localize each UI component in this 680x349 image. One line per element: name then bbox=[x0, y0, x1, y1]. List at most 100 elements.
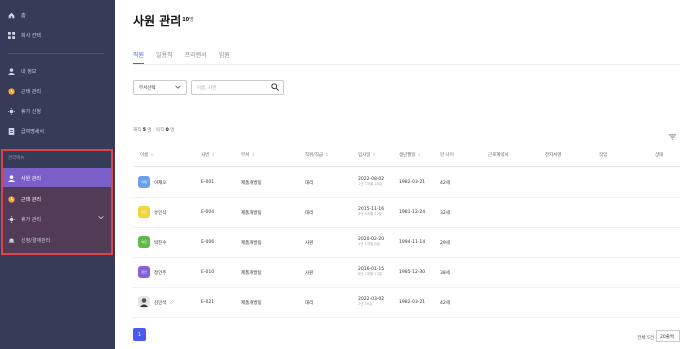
home-icon bbox=[8, 12, 15, 19]
birth-date: 1982-03-21 bbox=[399, 180, 426, 185]
sidebar-item-employee-management[interactable]: 사원 관리 bbox=[8, 171, 41, 185]
pagination-page-1[interactable]: 1 bbox=[133, 328, 146, 341]
table-row[interactable]: 박진 박진수 E-006 제품개발팀 사원 2020-02-20 4년 1개월 8… bbox=[133, 228, 680, 258]
sidebar-item-my-info[interactable]: 내 정보 bbox=[8, 64, 36, 78]
join-tenure: 2년 26일 bbox=[358, 302, 373, 306]
employee-rank: 대리 bbox=[305, 301, 314, 306]
admin-menu-label: 관리메뉴 bbox=[8, 156, 25, 161]
sidebar-item-label: 근태 관리 bbox=[21, 88, 41, 95]
search-input[interactable]: 이름, 사번 bbox=[191, 80, 284, 95]
tab-executive[interactable]: 임원 bbox=[219, 50, 230, 64]
join-tenure: 8년 4개월 12일 bbox=[358, 212, 383, 216]
edit-icon[interactable] bbox=[170, 299, 175, 306]
employee-department: 제품개발팀 bbox=[241, 211, 262, 216]
sidebar-item-approval-management[interactable]: 신청/결재관리 bbox=[8, 233, 50, 247]
birth-date: 1981-12-24 bbox=[399, 210, 426, 215]
join-date: 2020-02-20 4년 1개월 8일 bbox=[358, 237, 384, 247]
sidebar-item-attendance-management[interactable]: 근태 관리 bbox=[8, 192, 41, 206]
sun-icon bbox=[8, 215, 15, 223]
sidebar-item-label: 급여명세서 bbox=[21, 128, 45, 135]
employee-department: 제품개발팀 bbox=[241, 271, 262, 276]
count-suffix: 명 bbox=[189, 17, 194, 23]
tabs-divider bbox=[133, 64, 680, 65]
user-icon bbox=[8, 174, 15, 182]
sidebar-item-company[interactable]: 회사 선택 bbox=[8, 28, 41, 42]
tabs: 직원 일용직 프리랜서 임원 bbox=[133, 50, 230, 64]
avatar: 박진 bbox=[138, 236, 150, 248]
document-icon bbox=[8, 127, 15, 135]
employee-name[interactable]: 이재오 bbox=[154, 180, 166, 186]
sidebar-item-vacation[interactable]: 휴가 신청 bbox=[8, 104, 41, 118]
rows-per-page-select[interactable]: 20줄씩 bbox=[656, 330, 680, 342]
sidebar-item-payslip[interactable]: 급여명세서 bbox=[8, 124, 44, 138]
sidebar: 홈 회사 선택 내 정보 근태 관리 휴가 신청 급여명세서 관리메뉴 사원 관… bbox=[0, 0, 115, 349]
tab-employee[interactable]: 직원 bbox=[133, 50, 145, 64]
employee-id: E-021 bbox=[201, 300, 215, 305]
employee-name[interactable]: 정인주 bbox=[154, 270, 166, 276]
column-header-department[interactable]: 부서 ⇕ bbox=[241, 152, 255, 158]
join-date: 2016-01-15 8년 2개월 13일 bbox=[358, 267, 384, 277]
column-header-name[interactable]: 이름 ⇕ bbox=[140, 152, 154, 158]
employee-id: E-001 bbox=[201, 180, 215, 185]
column-header-status: 상태 bbox=[655, 153, 664, 158]
page-title: 사원 관리 bbox=[133, 14, 182, 28]
join-date: 2015-11-16 8년 4개월 12일 bbox=[358, 207, 384, 217]
employee-name[interactable]: 김민석 bbox=[154, 300, 166, 306]
employee-age: 32세 bbox=[440, 211, 450, 216]
clock-icon bbox=[8, 87, 15, 95]
department-select[interactable]: 부서선택 bbox=[133, 80, 187, 95]
employed-value: 5 bbox=[142, 128, 146, 133]
join-date: 2022-03-02 2년 26일 bbox=[358, 297, 384, 307]
count-prefix: 총 bbox=[176, 17, 181, 23]
sidebar-divider bbox=[8, 53, 104, 54]
total-count-label: 전체 5건 bbox=[637, 336, 654, 341]
employee-name[interactable]: 박진수 bbox=[154, 240, 166, 246]
column-header-id[interactable]: 사번 ⇕ bbox=[201, 152, 215, 158]
column-header-signature: 전자서명 bbox=[545, 153, 562, 158]
employee-name[interactable]: 유인식 bbox=[154, 210, 166, 216]
table-header: 이름 ⇕ 사번 ⇕ 부서 ⇕ 직위/직급 ⇕ 입사일 ⇕ 생년월일 ⇕ 만 나이 근로계약서… bbox=[133, 142, 680, 167]
sidebar-item-label: 홈 bbox=[21, 12, 26, 19]
bell-icon bbox=[8, 237, 15, 244]
department-select-value: 부서선택 bbox=[139, 86, 156, 91]
employee-rank: 사원 bbox=[305, 271, 314, 276]
birth-date: 1985-12-30 bbox=[399, 270, 426, 275]
table-row[interactable]: 정인 정인주 E-010 제품개발팀 사원 2016-01-15 8년 2개월 1… bbox=[133, 258, 680, 288]
leave-value: 0 bbox=[165, 128, 169, 133]
table-row[interactable]: 이재 이재오 E-001 제품개발팀 대리 2022-08-02 1년 7개월 2… bbox=[133, 168, 680, 198]
join-tenure: 4년 1개월 8일 bbox=[358, 242, 380, 246]
employee-department: 제품개발팀 bbox=[241, 301, 262, 306]
sidebar-item-vacation-management[interactable]: 휴가 관리 bbox=[8, 212, 104, 226]
chevron-down-icon[interactable] bbox=[98, 215, 104, 222]
filter-icon[interactable] bbox=[669, 125, 676, 140]
employee-rank: 대리 bbox=[305, 211, 314, 216]
employee-age: 29세 bbox=[440, 241, 450, 246]
column-header-rank[interactable]: 직위/직급 ⇕ bbox=[305, 152, 328, 158]
sidebar-item-label: 휴가 관리 bbox=[21, 216, 41, 223]
search-icon[interactable] bbox=[271, 83, 279, 91]
tab-freelancer[interactable]: 프리랜서 bbox=[185, 50, 207, 64]
tab-daily-worker[interactable]: 일용직 bbox=[156, 50, 173, 64]
avatar: 유인 bbox=[138, 206, 150, 218]
sun-icon bbox=[8, 107, 15, 115]
leave-unit: 명 bbox=[170, 128, 175, 133]
user-icon bbox=[8, 67, 15, 75]
main-content: 사원 관리 총 10명 직원 일용직 프리랜서 임원 부서선택 이름, 사번 재… bbox=[115, 0, 680, 349]
table-row[interactable]: 유인 유인식 E-004 제품개발팀 대리 2015-11-16 8년 4개월 1… bbox=[133, 198, 680, 228]
sidebar-item-home[interactable]: 홈 bbox=[8, 8, 26, 22]
avatar: 이재 bbox=[138, 176, 150, 188]
sidebar-item-attendance[interactable]: 근태 관리 bbox=[8, 84, 41, 98]
employee-count: 총 10명 bbox=[176, 16, 194, 23]
column-header-birth-date[interactable]: 생년월일 ⇕ bbox=[399, 152, 421, 158]
column-header-join-date[interactable]: 입사일 ⇕ bbox=[358, 152, 376, 158]
avatar bbox=[138, 296, 150, 308]
join-date: 2022-08-02 1년 7개월 28일 bbox=[358, 177, 384, 187]
employed-label: 재직 bbox=[133, 128, 142, 133]
employee-department: 제품개발팀 bbox=[241, 181, 262, 186]
column-header-age: 만 나이 bbox=[440, 153, 454, 158]
join-tenure: 8년 2개월 13일 bbox=[358, 272, 383, 276]
chevron-down-icon bbox=[175, 85, 181, 91]
table-row[interactable]: 김민석 E-021 제품개발팀 대리 2022-03-02 2년 26일 1982… bbox=[133, 288, 680, 318]
leave-label: 퇴직 bbox=[155, 128, 165, 133]
employment-stats: 재직 5 명 | 퇴직 0 명 bbox=[133, 127, 174, 133]
